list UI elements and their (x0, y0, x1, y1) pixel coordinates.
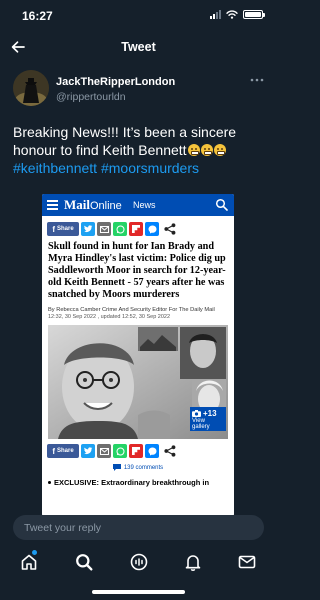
flipboard-icon (129, 222, 143, 236)
article-byline: By Rebecca Camber Crime And Security Edi… (48, 307, 215, 313)
messenger-icon (145, 222, 159, 236)
gallery-label: View gallery (192, 418, 210, 430)
gallery-count: +13 (203, 409, 217, 418)
dailymail-logo: MailOnline (64, 197, 122, 212)
search-icon (215, 198, 228, 211)
status-bar: 16:27 (0, 0, 277, 30)
tweet-header: JackTheRipperLondon @rippertourldn (13, 70, 265, 108)
avatar[interactable] (13, 70, 49, 106)
facebook-share-button: f Share (47, 444, 79, 458)
cellular-signal-icon (210, 10, 221, 19)
status-icons (210, 10, 265, 19)
notifications-icon[interactable] (183, 552, 203, 572)
wifi-icon (226, 10, 238, 19)
view-gallery-button: +13 View gallery (190, 407, 226, 431)
share-icon (164, 223, 176, 235)
home-icon[interactable] (19, 552, 39, 572)
share-icon (164, 445, 176, 457)
reply-placeholder: Tweet your reply (24, 522, 102, 534)
dailymail-header: MailOnline News (42, 194, 234, 216)
search-icon[interactable] (74, 552, 94, 572)
hashtag-link[interactable]: #moorsmurders (101, 160, 199, 176)
author-name[interactable]: JackTheRipperLondon (56, 76, 175, 88)
more-horizontal-icon[interactable] (249, 74, 265, 86)
status-time: 16:27 (22, 9, 53, 23)
hashtag-link[interactable]: #keithbennett (13, 160, 97, 176)
related-article-bullet: EXCLUSIVE: Extraordinary breakthrough in (42, 473, 234, 487)
messenger-icon (145, 444, 159, 458)
grimacing-face-icon (213, 144, 226, 156)
share-bar: f Share (42, 220, 234, 238)
article-photo: +13 View gallery (48, 325, 228, 439)
share-bar-bottom: f Share (42, 442, 234, 460)
article-headline: Skull found in hunt for Ian Brady and My… (48, 241, 226, 300)
nav-bar: Tweet (0, 30, 277, 64)
reply-input[interactable]: Tweet your reply (13, 515, 264, 540)
home-indicator (92, 590, 185, 594)
battery-icon (243, 10, 265, 19)
tweet-media-image[interactable]: MailOnline News f Share Skull found in hu… (42, 194, 234, 516)
grimacing-face-icon (187, 144, 200, 156)
email-icon (97, 222, 111, 236)
author-handle[interactable]: @rippertourldn (56, 91, 126, 103)
comment-icon (112, 464, 121, 471)
article-date: 12:32, 30 Sep 2022 , updated 12:52, 30 S… (48, 314, 171, 320)
section-label: News (133, 200, 156, 210)
flipboard-icon (129, 444, 143, 458)
spaces-icon[interactable] (129, 552, 149, 572)
camera-icon (192, 410, 201, 417)
messages-icon[interactable] (237, 552, 257, 572)
facebook-share-button: f Share (47, 222, 79, 236)
tweet-text: Breaking News!!! It’s been a sincere hon… (13, 123, 268, 177)
menu-icon (47, 200, 58, 210)
whatsapp-icon (113, 444, 127, 458)
twitter-icon (81, 444, 95, 458)
whatsapp-icon (113, 222, 127, 236)
email-icon (97, 444, 111, 458)
twitter-icon (81, 222, 95, 236)
page-title: Tweet (121, 40, 156, 54)
comments-link: 139 comments (42, 462, 234, 473)
grimacing-face-icon (200, 144, 213, 156)
comments-count: 139 comments (123, 464, 164, 471)
notification-dot (32, 550, 37, 555)
